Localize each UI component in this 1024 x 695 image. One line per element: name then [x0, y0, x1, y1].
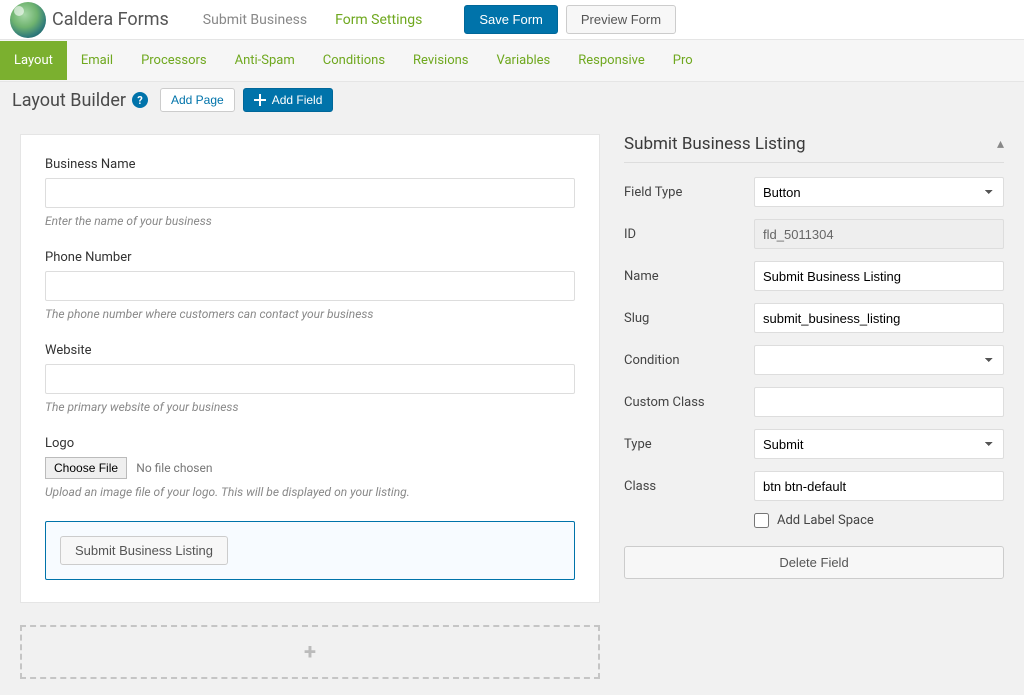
- prop-label: Field Type: [624, 185, 754, 200]
- field-type-select[interactable]: Button: [754, 177, 1004, 207]
- panel-title-row: Submit Business Listing ▴: [624, 134, 1004, 163]
- subnav-conditions[interactable]: Conditions: [309, 41, 399, 80]
- preview-form-button[interactable]: Preview Form: [566, 5, 676, 34]
- subnav-anti-spam[interactable]: Anti-Spam: [221, 41, 309, 80]
- tab-submit-business[interactable]: Submit Business: [189, 2, 321, 38]
- field-label: Logo: [45, 436, 575, 451]
- prop-label: Custom Class: [624, 395, 754, 410]
- app-logo-icon: [10, 2, 46, 38]
- field-hint: Enter the name of your business: [45, 214, 575, 228]
- prop-type: Type Submit: [624, 429, 1004, 459]
- form-canvas: Business Name Enter the name of your bus…: [20, 134, 600, 679]
- business-name-input[interactable]: [45, 178, 575, 208]
- prop-slug: Slug: [624, 303, 1004, 333]
- subnav-layout[interactable]: Layout: [0, 41, 67, 80]
- prop-label: Slug: [624, 311, 754, 326]
- id-input: [754, 219, 1004, 249]
- subnav-email[interactable]: Email: [67, 41, 127, 80]
- field-website[interactable]: Website The primary website of your busi…: [45, 343, 575, 414]
- prop-label: Type: [624, 437, 754, 452]
- submit-business-listing-button[interactable]: Submit Business Listing: [60, 536, 228, 565]
- tab-form-settings[interactable]: Form Settings: [321, 2, 436, 38]
- choose-file-button[interactable]: Choose File: [45, 457, 127, 479]
- field-submit-selected[interactable]: Submit Business Listing: [45, 521, 575, 580]
- subnav-responsive[interactable]: Responsive: [564, 41, 659, 80]
- prop-id: ID: [624, 219, 1004, 249]
- prop-field-type: Field Type Button: [624, 177, 1004, 207]
- app-title: Caldera Forms: [52, 9, 169, 30]
- field-label: Website: [45, 343, 575, 358]
- prop-label: Class: [624, 479, 754, 494]
- field-phone-number[interactable]: Phone Number The phone number where cust…: [45, 250, 575, 321]
- field-business-name[interactable]: Business Name Enter the name of your bus…: [45, 157, 575, 228]
- field-label: Business Name: [45, 157, 575, 172]
- sub-nav: Layout Email Processors Anti-Spam Condit…: [0, 40, 1024, 82]
- add-label-space-row: Add Label Space: [754, 513, 1004, 528]
- prop-condition: Condition: [624, 345, 1004, 375]
- builder-bar: Layout Builder ? Add Page Add Field: [0, 82, 1024, 118]
- prop-class: Class: [624, 471, 1004, 501]
- collapse-icon[interactable]: ▴: [997, 136, 1004, 152]
- plus-icon: +: [304, 640, 316, 665]
- prop-label: ID: [624, 227, 754, 242]
- field-hint: Upload an image file of your logo. This …: [45, 485, 575, 499]
- field-settings-panel: Submit Business Listing ▴ Field Type But…: [624, 134, 1004, 579]
- add-label-space-checkbox[interactable]: [754, 513, 769, 528]
- class-input[interactable]: [754, 471, 1004, 501]
- prop-label: Condition: [624, 353, 754, 368]
- prop-label: Name: [624, 269, 754, 284]
- phone-number-input[interactable]: [45, 271, 575, 301]
- condition-select[interactable]: [754, 345, 1004, 375]
- subnav-variables[interactable]: Variables: [483, 41, 565, 80]
- prop-custom-class: Custom Class: [624, 387, 1004, 417]
- form-preview: Business Name Enter the name of your bus…: [20, 134, 600, 603]
- file-status: No file chosen: [136, 461, 212, 475]
- field-hint: The phone number where customers can con…: [45, 307, 575, 321]
- subnav-pro[interactable]: Pro: [659, 41, 707, 80]
- prop-name: Name: [624, 261, 1004, 291]
- delete-field-button[interactable]: Delete Field: [624, 546, 1004, 579]
- type-select[interactable]: Submit: [754, 429, 1004, 459]
- help-icon[interactable]: ?: [132, 92, 148, 108]
- website-input[interactable]: [45, 364, 575, 394]
- add-field-label: Add Field: [272, 93, 323, 107]
- field-logo[interactable]: Logo Choose File No file chosen Upload a…: [45, 436, 575, 499]
- top-bar: Caldera Forms Submit Business Form Setti…: [0, 0, 1024, 40]
- add-page-button[interactable]: Add Page: [160, 88, 235, 112]
- subnav-processors[interactable]: Processors: [127, 41, 221, 80]
- slug-input[interactable]: [754, 303, 1004, 333]
- field-hint: The primary website of your business: [45, 400, 575, 414]
- builder-title: Layout Builder: [12, 90, 126, 111]
- subnav-revisions[interactable]: Revisions: [399, 41, 482, 80]
- name-input[interactable]: [754, 261, 1004, 291]
- panel-title: Submit Business Listing: [624, 134, 806, 154]
- save-form-button[interactable]: Save Form: [464, 5, 558, 34]
- field-label: Phone Number: [45, 250, 575, 265]
- add-field-button[interactable]: Add Field: [243, 88, 334, 112]
- workspace: Business Name Enter the name of your bus…: [0, 118, 1024, 695]
- add-row-dropzone[interactable]: +: [20, 625, 600, 679]
- add-label-space-label: Add Label Space: [777, 513, 874, 528]
- custom-class-input[interactable]: [754, 387, 1004, 417]
- move-icon: [254, 94, 266, 106]
